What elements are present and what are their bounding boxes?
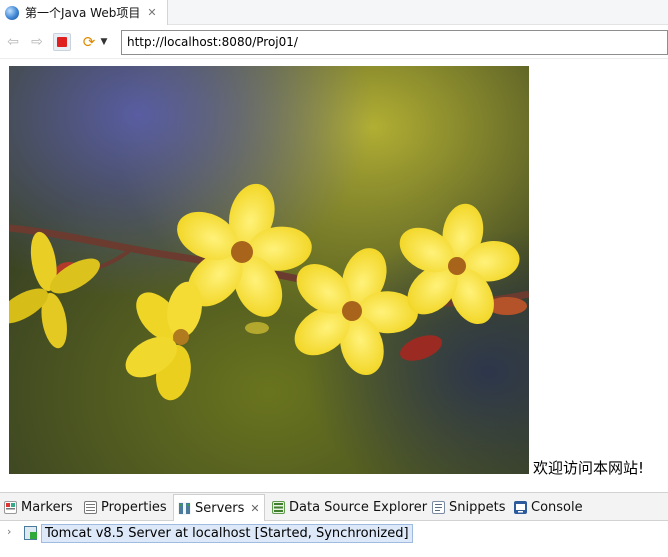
back-arrow-icon[interactable]: ⇦: [4, 33, 22, 51]
welcome-text: 欢迎访问本网站!: [533, 459, 645, 477]
tab-snippets-label: Snippets: [449, 500, 506, 515]
tab-servers-label: Servers: [195, 500, 245, 516]
stop-icon: [57, 37, 67, 47]
tab-data-source-explorer-label: Data Source Explorer: [289, 500, 428, 515]
url-input[interactable]: http://localhost:8080/Proj01/: [121, 30, 668, 55]
servers-icon: [178, 501, 191, 515]
snippets-icon: [432, 501, 445, 514]
tab-properties-label: Properties: [101, 500, 167, 515]
tab-markers[interactable]: Markers: [4, 495, 73, 520]
tab-browser[interactable]: 第一个Java Web项目 ✕: [0, 0, 168, 25]
browser-toolbar: ⇦ ⇨ ⟳ ▼ http://localhost:8080/Proj01/: [0, 26, 668, 59]
properties-icon: [84, 501, 97, 514]
tab-console-label: Console: [531, 500, 583, 515]
close-icon[interactable]: ✕: [250, 502, 259, 515]
page-content: 欢迎访问本网站!: [0, 60, 668, 490]
globe-icon: [5, 5, 19, 20]
console-icon: [514, 501, 527, 514]
flower-photo: [9, 66, 529, 474]
tab-servers[interactable]: Servers ✕: [173, 494, 265, 521]
stop-button[interactable]: [53, 33, 71, 51]
chevron-down-icon[interactable]: ▼: [98, 33, 110, 51]
close-icon[interactable]: ✕: [147, 6, 156, 19]
servers-panel: › Tomcat v8.5 Server at localhost [Start…: [0, 521, 668, 545]
editor-tab-strip: 第一个Java Web项目 ✕: [0, 0, 668, 25]
view-tab-bar: Markers Properties Servers ✕ Data Source…: [0, 492, 668, 521]
tab-console[interactable]: Console: [514, 495, 583, 520]
tab-properties[interactable]: Properties: [84, 495, 167, 520]
tab-title: 第一个Java Web项目: [25, 6, 141, 20]
server-icon: [24, 526, 37, 540]
tab-snippets[interactable]: Snippets: [432, 495, 505, 520]
flower-photo-graphic: [9, 66, 529, 474]
server-tree-item[interactable]: Tomcat v8.5 Server at localhost [Started…: [41, 524, 413, 543]
database-icon: [272, 501, 285, 514]
forward-arrow-icon[interactable]: ⇨: [28, 33, 46, 51]
markers-icon: [4, 501, 17, 514]
refresh-button[interactable]: ⟳: [80, 33, 98, 51]
tab-data-source-explorer[interactable]: Data Source Explorer: [272, 495, 427, 520]
tab-markers-label: Markers: [21, 500, 73, 515]
chevron-right-icon[interactable]: ›: [7, 525, 11, 538]
